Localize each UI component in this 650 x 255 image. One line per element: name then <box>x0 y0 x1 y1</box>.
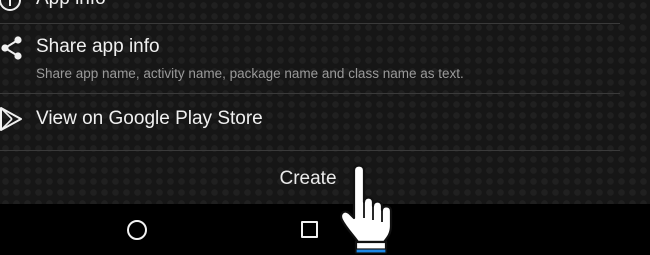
menu-item-share-app-info[interactable]: Share app info Share app name, activity … <box>0 24 650 94</box>
app-screen: App info Share app info Share app name, … <box>0 0 650 255</box>
create-button[interactable]: Create <box>0 152 650 204</box>
menu-item-app-info[interactable]: App info <box>0 0 650 22</box>
menu-item-app-info-label: App info <box>36 0 106 10</box>
menu-item-play-store-label: View on Google Play Store <box>36 108 263 129</box>
share-icon <box>1 36 22 60</box>
navigation-bar <box>0 204 650 255</box>
hand-pointer-icon <box>340 164 393 254</box>
menu-item-play-store[interactable]: View on Google Play Store <box>0 94 650 150</box>
menu-item-share-app-info-description: Share app name, activity name, package n… <box>36 66 464 81</box>
menu-item-share-app-info-label: Share app info <box>36 36 160 57</box>
info-icon <box>0 0 21 11</box>
recents-square-icon[interactable] <box>301 221 318 238</box>
divider <box>0 150 620 151</box>
play-store-icon <box>0 107 22 131</box>
create-button-label: Create <box>279 168 337 189</box>
home-circle-icon[interactable] <box>127 220 147 240</box>
